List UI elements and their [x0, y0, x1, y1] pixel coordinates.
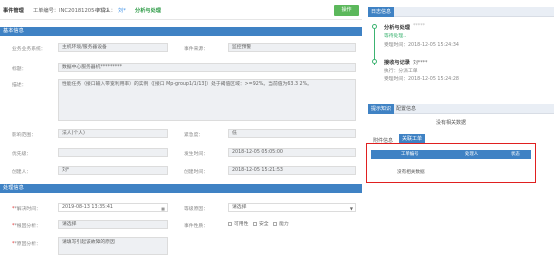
chevron-down-icon: ▼: [349, 206, 353, 211]
log-entry-2-time: 受理时间：2018-12-05 15:24:28: [384, 77, 459, 82]
log-tab-bar: 日志信息: [368, 7, 554, 17]
event-source-field: 监控预警: [228, 43, 356, 52]
resolve-time-input[interactable]: 2019-08-13 13:35:41 ▦: [58, 203, 168, 212]
basic-info-header: 基本信息: [0, 27, 362, 36]
checkbox-icon: [228, 221, 232, 226]
log-entry-1-status: 等待处理..: [384, 34, 407, 39]
processing-header: 处理信息: [0, 184, 362, 193]
col-handler: 处理人: [465, 152, 479, 157]
nature-option-capacity[interactable]: 能力: [273, 221, 289, 227]
event-nature-options: 可用性 安全 能力: [228, 220, 289, 229]
top-bar: 事件管理 工单编号：INC20181205-2721 申请人： 刘* 分析与处理…: [0, 0, 362, 20]
event-nature-label: 事件性质：: [184, 224, 208, 229]
module-title: 事件管理: [3, 8, 24, 14]
priority-field: [58, 148, 168, 157]
creator-field: 刘*: [58, 166, 168, 175]
log-entry-2-executor: 执行：分派工单: [384, 69, 418, 74]
col-status: 状态: [511, 152, 520, 157]
applicant-name: 刘*: [118, 8, 126, 14]
description-label: 描述：: [12, 83, 27, 88]
log-entry-2-name: 刘****: [413, 61, 428, 66]
creator-label: 创建人：: [12, 170, 32, 175]
cause-analysis-textarea[interactable]: 请填写引起该故障的原因: [58, 237, 168, 255]
create-time-label: 创建时间：: [184, 170, 208, 175]
log-entry-2-title: 接收与记录: [384, 60, 410, 66]
occur-time-label: 发生时间：: [184, 152, 208, 157]
impact-field: 法人(个人): [58, 129, 168, 138]
timeline-dot-current: [372, 24, 377, 29]
checkbox-icon: [252, 221, 257, 226]
impact-label: 影响范围：: [12, 133, 36, 138]
action-button[interactable]: 操作: [334, 5, 359, 16]
related-tickets-empty: 没有相关数据: [397, 170, 425, 175]
root-cause-input[interactable]: 请选择: [58, 220, 168, 229]
priority-label: 优先级：: [12, 152, 32, 157]
checkbox-icon: [273, 221, 278, 226]
description-field: 性能任务（接口输入带宽利用率）的实例（[接口 Mp-group1/1/13]）处…: [58, 79, 356, 121]
level-reason-select[interactable]: 请选择 ▼: [228, 203, 356, 212]
resolve-time-label: **解决时间：: [12, 207, 41, 212]
resolve-time-value: 2019-08-13 13:35:41: [62, 205, 113, 210]
root-cause-label: **根因分析：: [12, 224, 41, 229]
business-system-label: 业务业务系统：: [12, 47, 46, 52]
title-field: 数据中心服务器机*********: [58, 63, 356, 72]
related-tickets-table-header: 工单编号 处理人 状态: [371, 150, 531, 159]
log-entry-1-name: *****: [413, 24, 425, 29]
applicant-label: 申请人：: [95, 8, 116, 14]
related-tickets-highlight: [366, 143, 536, 183]
col-ticket-no: 工单编号: [401, 152, 419, 157]
log-entry-1-title: 分析与处理: [384, 25, 410, 31]
level-reason-label: 等级原因：: [184, 207, 208, 212]
create-time-field: 2018-12-05 15:21:53: [228, 166, 356, 175]
cause-analysis-label: **原因分析：: [12, 242, 41, 247]
business-system-field: 主机环境/服务器设备: [58, 43, 168, 52]
tab-knowledge-tips[interactable]: 提示知识: [368, 104, 395, 114]
level-reason-value: 请选择: [232, 205, 247, 210]
nature-option-availability[interactable]: 可用性: [228, 221, 248, 227]
occur-time-field: 2018-12-05 05:05:00: [228, 148, 356, 157]
urgency-label: 紧急度：: [184, 133, 204, 138]
nature-option-security[interactable]: 安全: [252, 221, 269, 227]
tab-log-info[interactable]: 日志信息: [368, 7, 395, 17]
knowledge-tab-bar: 提示知识 配置信息: [368, 104, 554, 114]
tab-config-info[interactable]: 配置信息: [393, 104, 419, 114]
timeline-dot-done: [372, 59, 377, 64]
urgency-field: 低: [228, 129, 356, 138]
event-source-label: 事件来源：: [184, 47, 208, 52]
current-stage: 分析与处理: [135, 8, 161, 14]
title-label: 标题：: [12, 67, 27, 72]
calendar-icon: ▦: [161, 206, 165, 211]
knowledge-empty-text: 没有相关数据: [436, 120, 467, 126]
log-entry-1-time: 受理时间：2018-12-05 15:24:34: [384, 43, 459, 48]
